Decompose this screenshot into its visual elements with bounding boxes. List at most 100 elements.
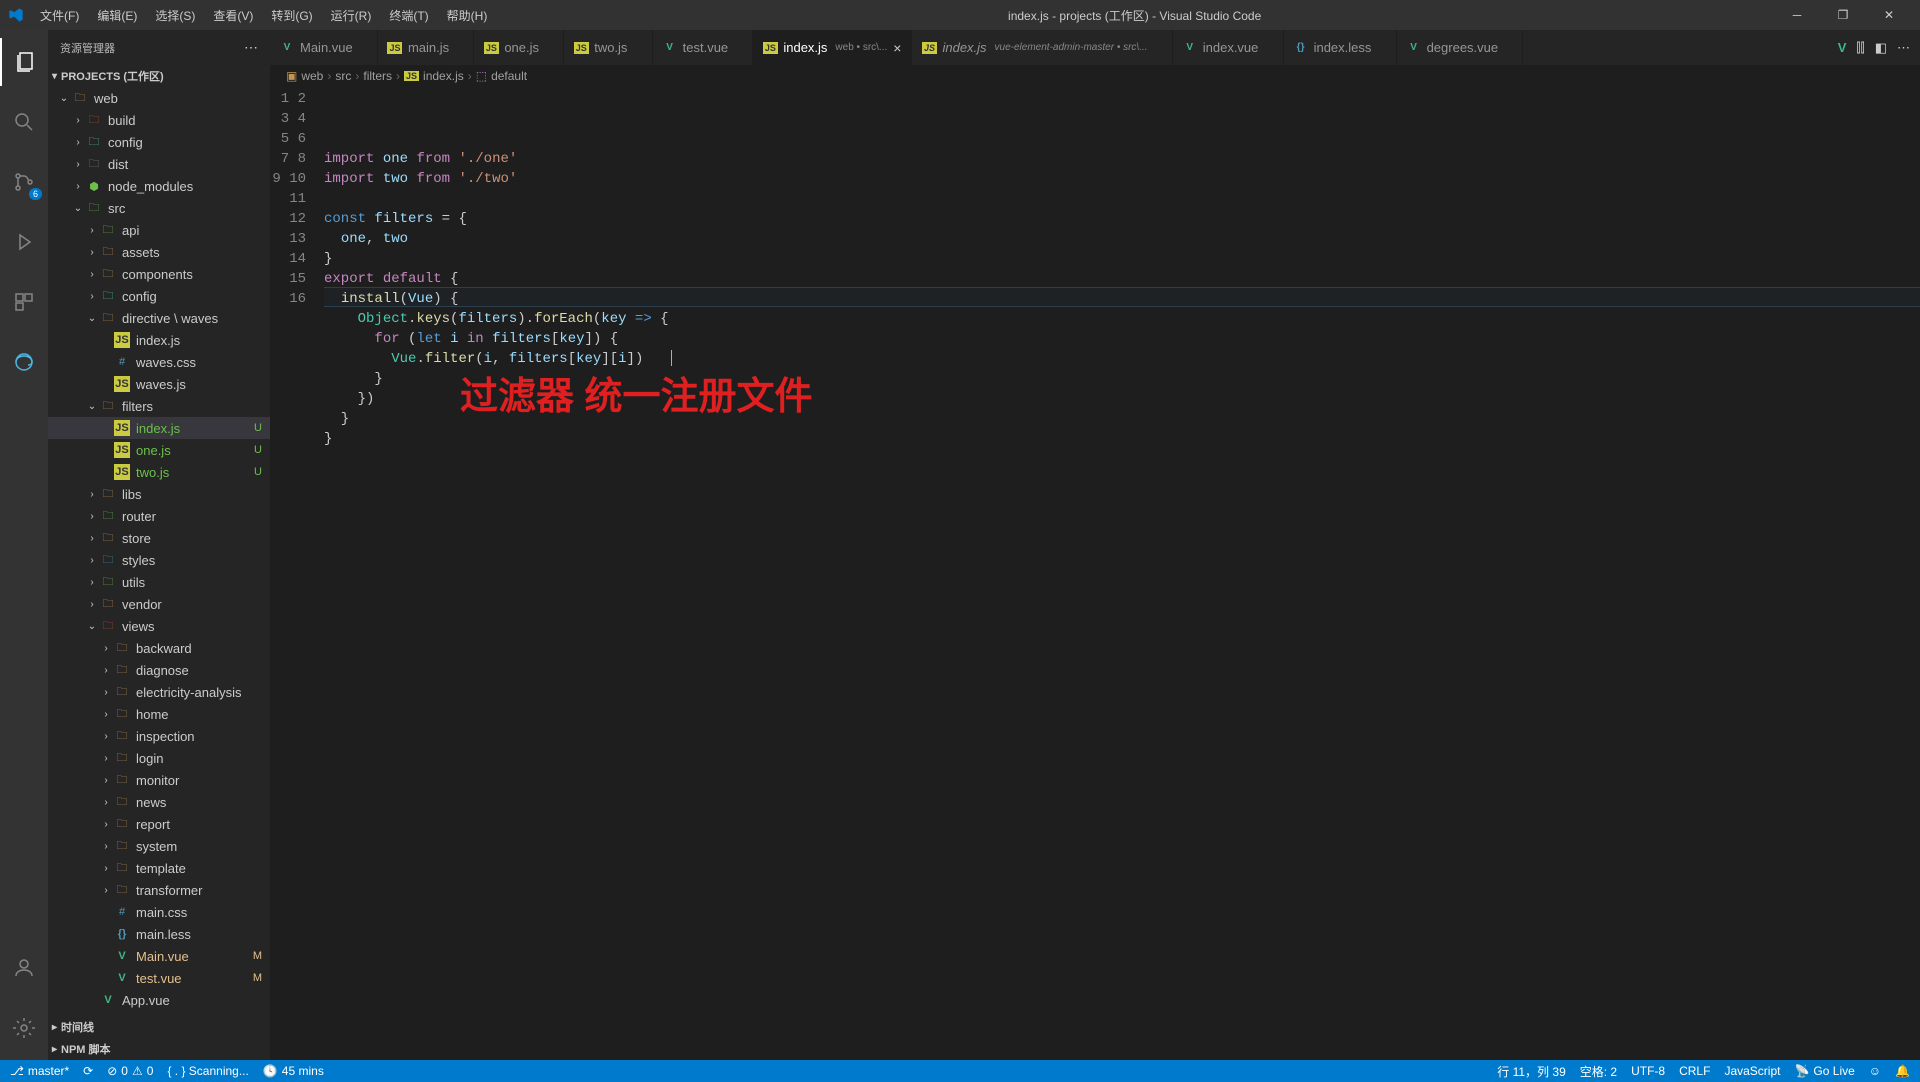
- folder-item[interactable]: ›🗀template: [48, 857, 270, 879]
- file-item[interactable]: JSindex.jsU: [48, 417, 270, 439]
- menu-item[interactable]: 终端(T): [381, 3, 436, 28]
- cursor-position[interactable]: 行 11，列 39: [1497, 1063, 1565, 1080]
- folder-item[interactable]: ›🗀api: [48, 219, 270, 241]
- folder-item[interactable]: ⌄🗀views: [48, 615, 270, 637]
- folder-item[interactable]: ›🗀login: [48, 747, 270, 769]
- folder-item[interactable]: ›🗀components: [48, 263, 270, 285]
- sidebar-more-icon[interactable]: ⋯: [244, 39, 258, 56]
- folder-item[interactable]: ›🗀config: [48, 285, 270, 307]
- folder-item[interactable]: ⌄🗀web: [48, 87, 270, 109]
- folder-item[interactable]: ›🗀backward: [48, 637, 270, 659]
- problems[interactable]: ⊘ 0 ⚠ 0: [107, 1064, 153, 1078]
- folder-item[interactable]: ›🗀monitor: [48, 769, 270, 791]
- folder-item[interactable]: ›🗀styles: [48, 549, 270, 571]
- close-tab-icon[interactable]: ×: [893, 40, 901, 56]
- folder-item[interactable]: ›🗀report: [48, 813, 270, 835]
- file-item[interactable]: {}main.less: [48, 923, 270, 945]
- editor-tab[interactable]: JSindex.jsweb • src\...×: [753, 30, 912, 65]
- explorer-icon[interactable]: [0, 38, 48, 86]
- editor-tab[interactable]: JSone.js×: [474, 30, 564, 65]
- eol-status[interactable]: CRLF: [1679, 1063, 1710, 1080]
- breadcrumb[interactable]: ▣ web›src›filters›JS index.js›⬚ default: [270, 65, 1920, 87]
- folder-item[interactable]: ⌄🗀filters: [48, 395, 270, 417]
- folder-item[interactable]: ⌄🗀src: [48, 197, 270, 219]
- extensions-icon[interactable]: [0, 278, 48, 326]
- source-control-icon[interactable]: 6: [0, 158, 48, 206]
- folder-item[interactable]: ›🗀assets: [48, 241, 270, 263]
- breadcrumb-item[interactable]: src: [335, 69, 351, 83]
- file-item[interactable]: JSwaves.js: [48, 373, 270, 395]
- menu-item[interactable]: 文件(F): [32, 3, 87, 28]
- notifications-icon[interactable]: 🔔: [1895, 1063, 1910, 1080]
- code-content[interactable]: import one from './one' import two from …: [324, 87, 1920, 1060]
- file-item[interactable]: VApp.vue: [48, 989, 270, 1011]
- folder-item[interactable]: ›🗀vendor: [48, 593, 270, 615]
- split-icon[interactable]: ◧: [1875, 40, 1887, 56]
- editor-tab[interactable]: Vdegrees.vue×: [1397, 30, 1524, 65]
- breadcrumb-item[interactable]: ▣ web: [286, 69, 323, 83]
- more-icon[interactable]: ⋯: [1897, 40, 1910, 56]
- vue-icon[interactable]: V: [1838, 40, 1847, 55]
- folder-item[interactable]: ›🗀libs: [48, 483, 270, 505]
- folder-item[interactable]: ›🗀electricity-analysis: [48, 681, 270, 703]
- folder-item[interactable]: ›⬢node_modules: [48, 175, 270, 197]
- menu-item[interactable]: 帮助(H): [439, 3, 496, 28]
- folder-item[interactable]: ›🗀inspection: [48, 725, 270, 747]
- edge-icon[interactable]: [0, 338, 48, 386]
- folder-item[interactable]: ›🗀dist: [48, 153, 270, 175]
- folder-item[interactable]: ⌄🗀directive \ waves: [48, 307, 270, 329]
- compare-icon[interactable]: ⫿⫿: [1856, 40, 1864, 56]
- breadcrumb-item[interactable]: filters: [363, 69, 392, 83]
- folder-item[interactable]: ›🗀build: [48, 109, 270, 131]
- indent-status[interactable]: 空格: 2: [1580, 1063, 1617, 1080]
- maximize-button[interactable]: ❐: [1820, 0, 1866, 30]
- menu-item[interactable]: 转到(G): [263, 3, 320, 28]
- minimize-button[interactable]: ─: [1774, 0, 1820, 30]
- folder-item[interactable]: ›🗀router: [48, 505, 270, 527]
- time-status[interactable]: 🕓 45 mins: [263, 1064, 324, 1078]
- go-live[interactable]: 📡 Go Live: [1794, 1063, 1854, 1080]
- editor-tab[interactable]: {}index.less×: [1284, 30, 1397, 65]
- file-item[interactable]: JSone.jsU: [48, 439, 270, 461]
- language-status[interactable]: JavaScript: [1724, 1063, 1780, 1080]
- run-debug-icon[interactable]: [0, 218, 48, 266]
- folder-item[interactable]: ›🗀utils: [48, 571, 270, 593]
- file-item[interactable]: Vtest.vueM: [48, 967, 270, 989]
- code-editor[interactable]: 1 2 3 4 5 6 7 8 9 10 11 12 13 14 15 16 i…: [270, 87, 1920, 1060]
- menu-item[interactable]: 运行(R): [323, 3, 380, 28]
- folder-item[interactable]: ›🗀news: [48, 791, 270, 813]
- folder-item[interactable]: ›🗀store: [48, 527, 270, 549]
- folder-item[interactable]: ›🗀transformer: [48, 879, 270, 901]
- settings-gear-icon[interactable]: [0, 1004, 48, 1052]
- breadcrumb-item[interactable]: ⬚ default: [476, 69, 527, 83]
- editor-tab[interactable]: Vindex.vue×: [1173, 30, 1284, 65]
- encoding-status[interactable]: UTF-8: [1631, 1063, 1665, 1080]
- editor-tab[interactable]: JSindex.jsvue-element-admin-master • src…: [912, 30, 1172, 65]
- editor-tab[interactable]: VMain.vue×: [270, 30, 378, 65]
- sync-icon[interactable]: ⟳: [83, 1064, 93, 1078]
- feedback-icon[interactable]: ☺: [1869, 1063, 1881, 1080]
- account-icon[interactable]: [0, 944, 48, 992]
- timeline-section-header[interactable]: ▸ 时间线: [48, 1016, 270, 1038]
- close-button[interactable]: ✕: [1866, 0, 1912, 30]
- file-item[interactable]: JStwo.jsU: [48, 461, 270, 483]
- menu-item[interactable]: 编辑(E): [89, 3, 145, 28]
- file-item[interactable]: #waves.css: [48, 351, 270, 373]
- folder-item[interactable]: ›🗀diagnose: [48, 659, 270, 681]
- projects-section-header[interactable]: ▾ PROJECTS (工作区): [48, 65, 270, 87]
- editor-tab[interactable]: Vtest.vue×: [653, 30, 754, 65]
- menu-item[interactable]: 选择(S): [147, 3, 203, 28]
- folder-item[interactable]: ›🗀system: [48, 835, 270, 857]
- search-icon[interactable]: [0, 98, 48, 146]
- breadcrumb-item[interactable]: JS index.js: [404, 69, 464, 83]
- editor-tab[interactable]: JStwo.js×: [564, 30, 652, 65]
- npm-section-header[interactable]: ▸ NPM 脚本: [48, 1038, 270, 1060]
- file-item[interactable]: JSindex.js: [48, 329, 270, 351]
- folder-item[interactable]: ›🗀config: [48, 131, 270, 153]
- file-item[interactable]: VMain.vueM: [48, 945, 270, 967]
- scan-status[interactable]: { . } Scanning...: [167, 1064, 248, 1078]
- file-item[interactable]: #main.css: [48, 901, 270, 923]
- editor-tab[interactable]: JSmain.js×: [378, 30, 474, 65]
- git-branch[interactable]: ⎇ master*: [10, 1064, 69, 1078]
- menu-item[interactable]: 查看(V): [205, 3, 261, 28]
